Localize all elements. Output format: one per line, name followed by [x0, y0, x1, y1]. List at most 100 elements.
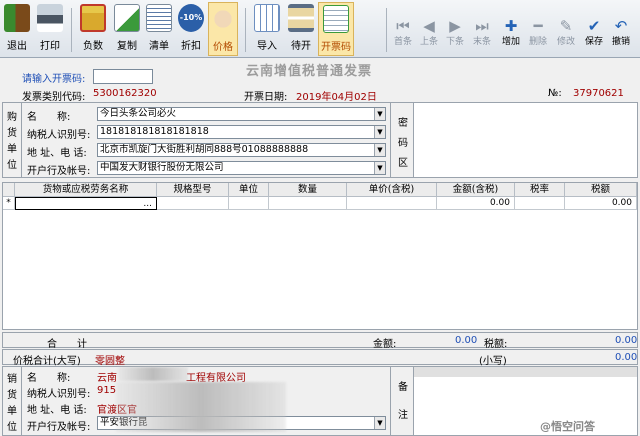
copy-button[interactable]: 复制: [112, 2, 142, 56]
redaction-blur: [118, 367, 188, 381]
invoice-code-button[interactable]: 开票码: [318, 2, 354, 56]
pending-button[interactable]: 待开: [286, 2, 316, 56]
list-button[interactable]: 清单: [144, 2, 174, 56]
discount-button[interactable]: -10% 折扣: [176, 2, 206, 56]
tax-total: 0.00: [615, 335, 638, 346]
next-record-button[interactable]: ▶ 下条: [442, 18, 468, 47]
ellipsis-button[interactable]: ...: [143, 199, 152, 209]
list-label: 清单: [149, 41, 169, 52]
totals-label: 合 计: [47, 339, 87, 350]
add-button[interactable]: ✚ 增加: [498, 18, 524, 47]
goods-name-cell[interactable]: ...: [15, 197, 157, 210]
tax-cell[interactable]: 0.00: [565, 197, 637, 210]
invoice-code-label: 开票码: [321, 42, 351, 53]
seller-side: 销 货 单 位: [2, 366, 22, 436]
last-icon: ⏭: [475, 17, 489, 35]
negative-label: 负数: [83, 41, 103, 52]
print-button[interactable]: 打印: [35, 2, 65, 56]
col-header-spec: 规格型号: [157, 183, 229, 197]
invoice-check-icon: [323, 5, 349, 33]
next-icon: ▶: [449, 17, 461, 35]
print-label: 打印: [40, 41, 60, 52]
negative-button[interactable]: 负数: [78, 2, 108, 56]
buyer-bank-label: 开户行及帐号:: [27, 166, 91, 177]
delete-button[interactable]: ━ 删除: [525, 18, 551, 47]
watermark: @悟空问答: [540, 420, 595, 433]
grand-total-small: 0.00: [615, 352, 638, 363]
buyer-addr-field[interactable]: 北京市凯旋门大街胜利胡同888号01088888888 ▼: [97, 143, 386, 157]
small-label: (小写): [479, 356, 507, 367]
date-label: 开票日期:: [244, 92, 288, 103]
price-label: 价格: [213, 42, 233, 53]
remark-label-col: 备 注: [390, 366, 414, 436]
price-button[interactable]: 价格: [208, 2, 238, 56]
totals-row: 合 计 金额: 0.00 税额: 0.00: [2, 332, 638, 350]
discount-icon: -10%: [178, 4, 204, 32]
save-button[interactable]: ✔ 保存: [581, 18, 607, 47]
chevron-down-icon: ▼: [374, 144, 385, 156]
copy-label: 复制: [117, 41, 137, 52]
chevron-down-icon: ▼: [374, 162, 385, 174]
col-header-tax: 税额: [565, 183, 637, 197]
import-button[interactable]: 导入: [252, 2, 282, 56]
cancel-button[interactable]: ↶ 撤销: [608, 18, 634, 47]
prev-record-button[interactable]: ◀ 上条: [416, 18, 442, 47]
password-area: [414, 103, 637, 177]
tax-rate-cell[interactable]: [515, 197, 565, 210]
buyer-name-field[interactable]: 今日头条公司必火 ▼: [97, 107, 386, 121]
discount-label: 折扣: [181, 41, 201, 52]
seller-tax-value: 915: [97, 385, 117, 396]
col-header-name: 货物或应税劳务名称: [15, 183, 157, 197]
edit-button[interactable]: ✎ 修改: [553, 18, 579, 47]
exit-label: 退出: [7, 41, 27, 52]
unit-price-cell[interactable]: [347, 197, 437, 210]
grand-total-upper: 零圆整: [95, 356, 125, 367]
col-header-tax-rate: 税率: [515, 183, 565, 197]
amount-cell[interactable]: 0.00: [437, 197, 515, 210]
qty-cell[interactable]: [269, 197, 347, 210]
copy-icon: [114, 4, 140, 32]
invoice-form: 云南增值税普通发票 请输入开票码: 发票类别代码: 5300162320 开票日…: [0, 58, 640, 436]
exit-icon: [4, 4, 30, 32]
col-header-amount: 金额(含税): [437, 183, 515, 197]
goods-grid: 货物或应税劳务名称 规格型号 单位 数量 单价(含税) 金额(含税) 税率 税额…: [2, 182, 638, 330]
minus-icon: ━: [533, 17, 543, 35]
row-marker: *: [3, 197, 15, 210]
hand-price-icon: [210, 5, 236, 33]
no-label: №:: [548, 88, 562, 99]
import-grid-icon: [254, 4, 280, 32]
buyer-tax-field[interactable]: 181818181818181818 ▼: [97, 125, 386, 139]
first-record-button[interactable]: ⏮ 首条: [390, 18, 416, 47]
chevron-down-icon: ▼: [374, 108, 385, 120]
undo-icon: ↶: [614, 17, 628, 35]
invoice-code-input[interactable]: [93, 69, 153, 84]
unit-cell[interactable]: [229, 197, 269, 210]
hourglass-icon: [288, 4, 314, 32]
seller-addr-label: 地 址、电 话:: [27, 405, 87, 416]
remark-field[interactable]: [414, 367, 637, 435]
code-prompt: 请输入开票码:: [22, 74, 86, 85]
col-header-unit-price: 单价(含税): [347, 183, 437, 197]
grand-total-row: 价税合计(大写) 零圆整 (小写) 0.00: [2, 349, 638, 367]
buyer-bank-field[interactable]: 中国发大财银行股份无限公司 ▼: [97, 161, 386, 175]
negative-folder-icon: [80, 4, 106, 32]
edit-icon: ✎: [559, 17, 573, 35]
buyer-side: 购 货 单 位: [2, 102, 22, 178]
grand-total-label: 价税合计(大写): [13, 356, 81, 367]
buyer-name-label: 名 称:: [27, 112, 71, 123]
col-header-qty: 数量: [269, 183, 347, 197]
first-icon: ⏮: [396, 17, 410, 35]
spec-cell[interactable]: [157, 197, 229, 210]
import-label: 导入: [257, 41, 277, 52]
pending-label: 待开: [291, 41, 311, 52]
col-header-unit: 单位: [229, 183, 269, 197]
toolbar: 退出 打印 负数 复制 清单 -10% 折扣 价格 导入 待开 开票码 ⏮ 首条 …: [0, 0, 640, 58]
buyer-addr-label: 地 址、电 话:: [27, 148, 87, 159]
last-record-button[interactable]: ⏭ 末条: [469, 18, 495, 47]
date-value: 2019年04月02日: [296, 92, 377, 103]
amount-total: 0.00: [455, 335, 478, 346]
invoice-no-value: 37970621: [573, 88, 624, 99]
exit-button[interactable]: 退出: [2, 2, 32, 56]
seller-name-start: 云南: [97, 373, 117, 384]
check-icon: ✔: [587, 17, 601, 35]
